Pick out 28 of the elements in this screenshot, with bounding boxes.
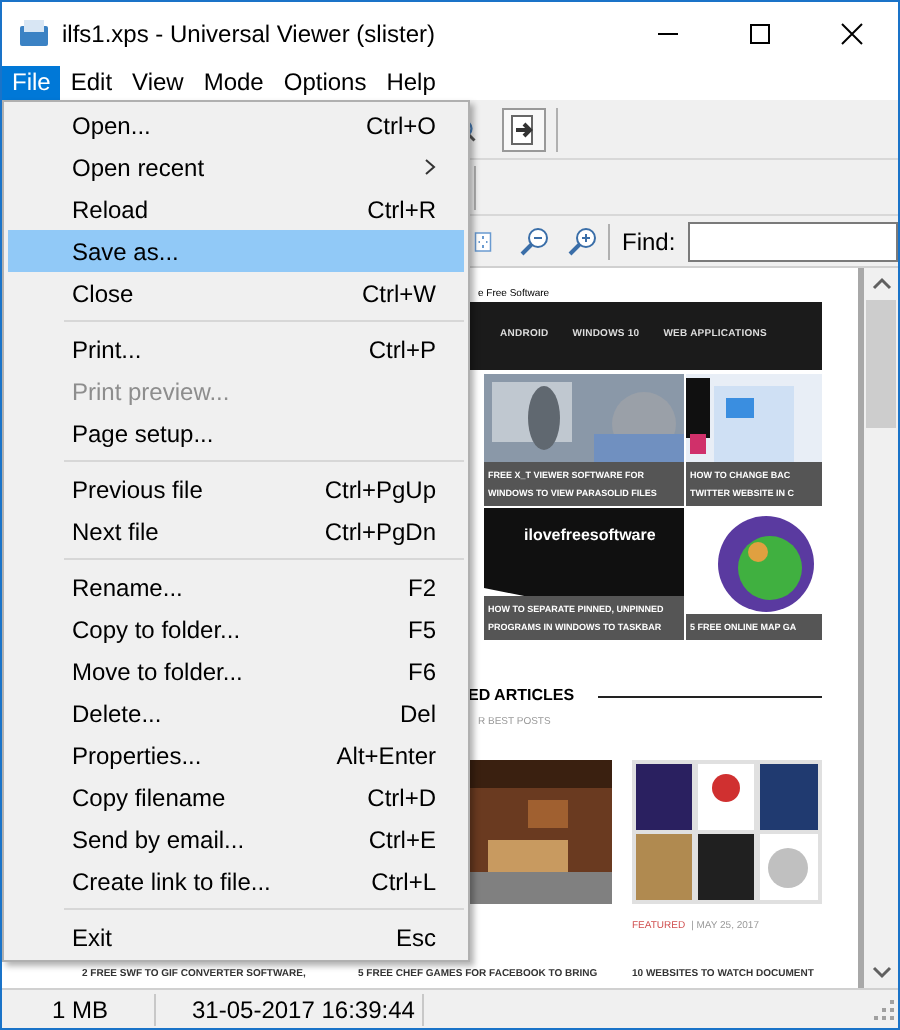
window-title: ilfs1.xps - Universal Viewer (slister) <box>62 18 435 52</box>
menu-item[interactable]: Open recent <box>8 146 464 188</box>
menu-item[interactable]: Reload Ctrl+R <box>8 188 464 230</box>
menu-bar-item[interactable]: File <box>2 66 61 100</box>
menu-item[interactable]: Properties... Alt+Enter <box>8 734 464 776</box>
menu-item[interactable]: Delete... Del <box>8 692 464 734</box>
menu-item[interactable]: Print... Ctrl+P <box>8 328 464 370</box>
menu-item[interactable]: Rename... F2 <box>8 566 464 608</box>
menu-item[interactable]: Copy to folder... F5 <box>8 608 464 650</box>
menu-item[interactable]: Exit Esc <box>8 916 464 958</box>
menu-item[interactable]: Close Ctrl+W <box>8 272 464 314</box>
menu-bar-item[interactable]: Help <box>376 66 446 100</box>
menu-bar-item[interactable]: View <box>122 66 194 100</box>
menu-item[interactable]: Previous file Ctrl+PgUp <box>8 468 464 510</box>
menu-item[interactable]: Next file Ctrl+PgDn <box>8 510 464 552</box>
menu-item[interactable]: Copy filename Ctrl+D <box>8 776 464 818</box>
menu-item[interactable]: Move to folder... F6 <box>8 650 464 692</box>
find-label: Find: <box>622 225 676 259</box>
menu-bar-item[interactable]: Mode <box>193 66 274 100</box>
status-size: 1 MB <box>50 993 111 1027</box>
menu-item[interactable]: Save as... <box>8 230 464 272</box>
status-date: 31-05-2017 16:39:44 <box>190 993 417 1027</box>
menu-bar-item[interactable]: Options <box>273 66 377 100</box>
menu-item[interactable]: Page setup... <box>8 412 464 454</box>
menu-item[interactable]: Send by email... Ctrl+E <box>8 818 464 860</box>
menu-bar-item[interactable]: Edit <box>60 66 123 100</box>
menu-item[interactable]: Create link to file... Ctrl+L <box>8 860 464 902</box>
menu-item[interactable]: Open... Ctrl+O <box>8 104 464 146</box>
